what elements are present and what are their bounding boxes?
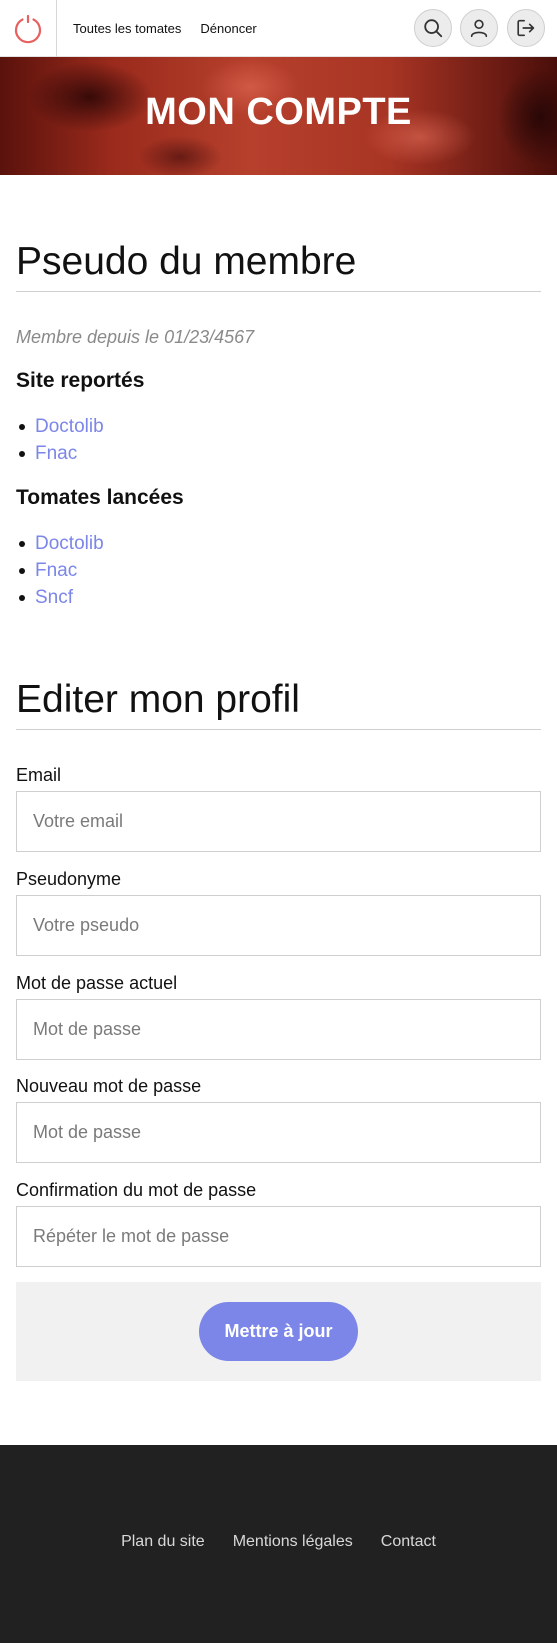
home-logo-link[interactable] <box>0 0 57 57</box>
confirm-password-field[interactable] <box>16 1206 541 1267</box>
submit-area: Mettre à jour <box>16 1282 541 1381</box>
edit-profile-heading: Editer mon profil <box>16 678 541 730</box>
update-button[interactable]: Mettre à jour <box>199 1302 358 1361</box>
user-icon <box>470 19 488 38</box>
hero-banner: MON COMPTE <box>0 57 557 175</box>
confirm-password-label: Confirmation du mot de passe <box>16 1180 257 1200</box>
list-item: Doctolib <box>16 413 104 440</box>
site-footer: Plan du site Mentions légales Contact <box>0 1445 557 1643</box>
bullet <box>19 540 25 547</box>
reported-sites-list: Doctolib Fnac <box>16 413 104 467</box>
logout-button[interactable] <box>507 9 545 47</box>
tomato-site-link[interactable]: Sncf <box>35 584 73 611</box>
footer-link-sitemap[interactable]: Plan du site <box>121 1533 205 1551</box>
member-since-text: Membre depuis le 01/23/4567 <box>16 327 255 347</box>
footer-links: Plan du site Mentions légales Contact <box>0 1533 557 1551</box>
current-password-field[interactable] <box>16 999 541 1060</box>
footer-link-contact[interactable]: Contact <box>381 1533 436 1551</box>
list-item: Fnac <box>16 440 104 467</box>
site-header: Toutes les tomates Dénoncer <box>0 0 557 57</box>
list-item: Fnac <box>16 557 104 584</box>
pseudo-field[interactable] <box>16 895 541 956</box>
new-password-field[interactable] <box>16 1102 541 1163</box>
list-item: Sncf <box>16 584 104 611</box>
member-name-heading: Pseudo du membre <box>16 240 541 292</box>
main-nav: Toutes les tomates Dénoncer <box>73 0 257 57</box>
list-item: Doctolib <box>16 530 104 557</box>
reported-site-link[interactable]: Fnac <box>35 440 77 467</box>
bullet <box>19 423 25 430</box>
nav-link-all-tomatoes[interactable]: Toutes les tomates <box>73 21 181 36</box>
nav-link-report[interactable]: Dénoncer <box>200 21 256 36</box>
power-logo-icon <box>14 14 42 43</box>
tomatoes-thrown-heading: Tomates lancées <box>16 486 184 509</box>
search-icon <box>424 19 443 38</box>
pseudo-label: Pseudonyme <box>16 869 122 889</box>
tomato-site-link[interactable]: Doctolib <box>35 530 104 557</box>
bullet <box>19 450 25 457</box>
footer-link-legal[interactable]: Mentions légales <box>233 1533 353 1551</box>
page-title: MON COMPTE <box>145 91 412 133</box>
tomato-site-link[interactable]: Fnac <box>35 557 77 584</box>
email-label: Email <box>16 765 62 785</box>
reported-site-link[interactable]: Doctolib <box>35 413 104 440</box>
logout-icon <box>517 19 535 37</box>
search-button[interactable] <box>414 9 452 47</box>
email-field[interactable] <box>16 791 541 852</box>
tomatoes-thrown-list: Doctolib Fnac Sncf <box>16 530 104 611</box>
account-button[interactable] <box>460 9 498 47</box>
new-password-label: Nouveau mot de passe <box>16 1076 202 1096</box>
bullet <box>19 567 25 574</box>
current-password-label: Mot de passe actuel <box>16 973 178 993</box>
bullet <box>19 594 25 601</box>
reported-sites-heading: Site reportés <box>16 369 145 392</box>
